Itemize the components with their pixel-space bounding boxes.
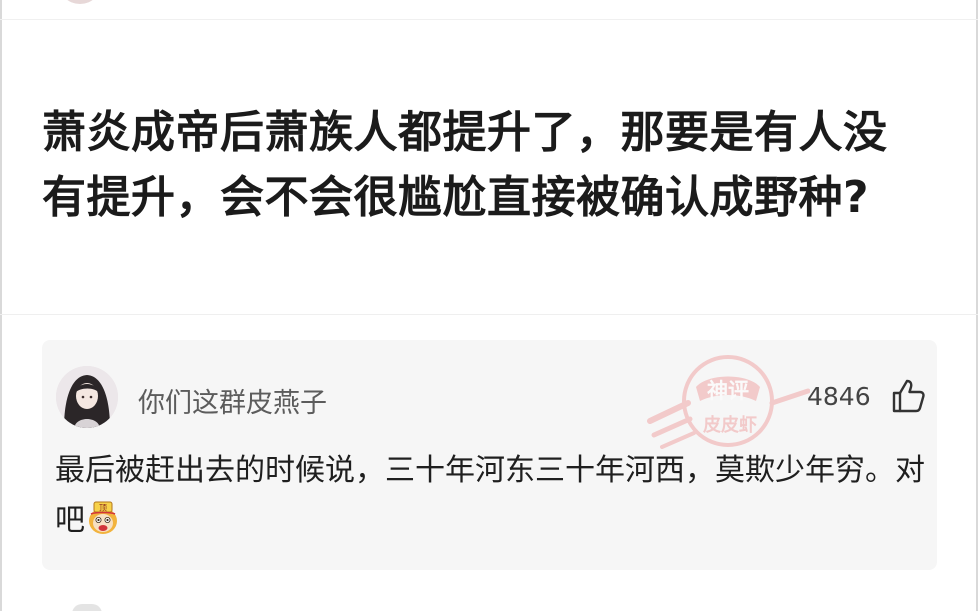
avatar[interactable] <box>56 366 118 428</box>
screenshot-page: 萧炎成帝后萧族人都提升了，那要是有人没有提升，会不会很尴尬直接被确认成野种? 你… <box>0 0 978 611</box>
comment-text-content: 最后被赶出去的时候说，三十年河东三十年河西，莫欺少年穷。对吧 <box>55 453 925 538</box>
section-divider <box>0 314 978 315</box>
avatar-image <box>56 366 118 428</box>
comment-text: 最后被赶出去的时候说，三十年河东三十年河西，莫欺少年穷。对吧顶 <box>55 446 930 546</box>
top-divider <box>0 19 978 20</box>
comment-username[interactable]: 你们这群皮燕子 <box>138 381 327 420</box>
post-title: 萧炎成帝后萧族人都提升了，那要是有人没有提升，会不会很尴尬直接被确认成野种? <box>42 107 888 223</box>
like-count: 4846 <box>807 382 871 411</box>
comment-card[interactable]: 你们这群皮燕子 4846 最后被赶出去的时候说，三十年河东三十年河西，莫欺少年穷… <box>42 340 937 570</box>
monkey-king-emoji-icon: 顶 <box>85 500 121 536</box>
svg-text:顶: 顶 <box>99 504 107 513</box>
like-button[interactable] <box>888 376 928 416</box>
thumbs-up-icon <box>892 379 925 413</box>
left-frame-border <box>0 0 2 611</box>
previous-avatar-partial <box>58 0 102 4</box>
next-avatar-partial <box>72 604 102 611</box>
